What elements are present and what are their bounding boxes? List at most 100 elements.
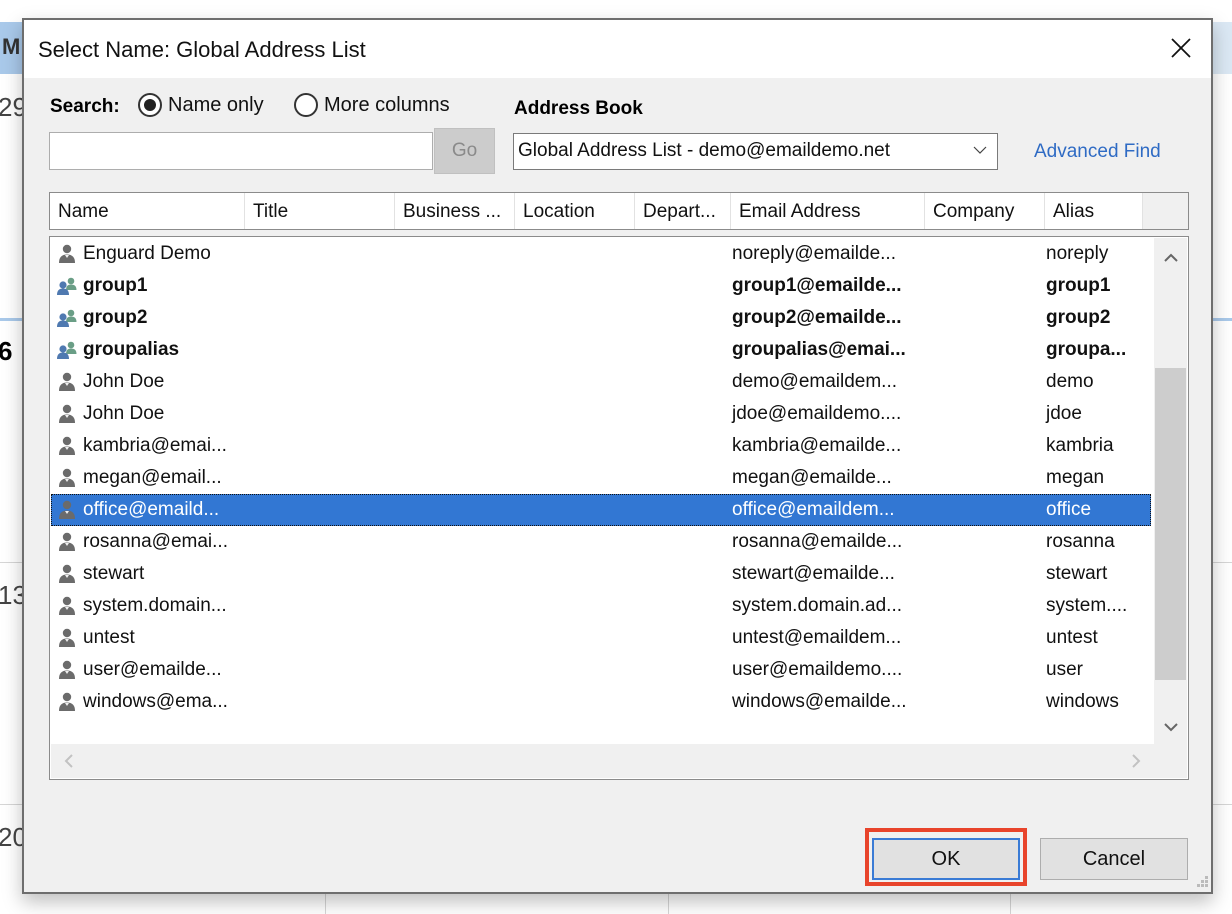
- list-item[interactable]: windows@ema... windows@emailde... windows: [51, 686, 1151, 718]
- scrollbar-thumb[interactable]: [1155, 368, 1186, 680]
- list-item[interactable]: office@emaild... office@emaildem... office: [51, 494, 1151, 526]
- search-input[interactable]: [49, 132, 433, 170]
- cell-email: noreply@emailde...: [732, 243, 896, 264]
- cell-name: stewart: [83, 563, 145, 584]
- cell-alias: user: [1046, 659, 1083, 680]
- cell-alias: system....: [1046, 595, 1128, 616]
- list-item[interactable]: Enguard Demo noreply@emailde... noreply: [51, 238, 1151, 270]
- cell-alias: groupa...: [1046, 339, 1127, 360]
- cell-alias: megan: [1046, 467, 1105, 488]
- list-item[interactable]: untest untest@emaildem... untest: [51, 622, 1151, 654]
- ok-button[interactable]: OK: [872, 838, 1020, 880]
- column-header-company[interactable]: Company: [925, 193, 1045, 229]
- scroll-left-button[interactable]: [53, 744, 83, 778]
- user-icon: [56, 499, 78, 521]
- cell-name: John Doe: [83, 403, 165, 424]
- cell-alias: kambria: [1046, 435, 1114, 456]
- chevron-down-icon: [973, 142, 987, 158]
- dialog-titlebar[interactable]: Select Name: Global Address List: [24, 20, 1211, 78]
- scroll-right-button[interactable]: [1121, 744, 1151, 778]
- list-item[interactable]: rosanna@emai... rosanna@emailde... rosanna: [51, 526, 1151, 558]
- cell-alias: group1: [1046, 275, 1111, 296]
- cell-email: office@emaildem...: [732, 499, 895, 520]
- radio-button-unchecked[interactable]: [294, 93, 318, 117]
- column-header-email[interactable]: Email Address: [731, 193, 925, 229]
- radio-label: Name only: [168, 93, 264, 116]
- list-item[interactable]: stewart stewart@emailde... stewart: [51, 558, 1151, 590]
- list-item[interactable]: system.domain... system.domain.ad... syste…: [51, 590, 1151, 622]
- cell-name: office@emaild...: [83, 499, 220, 520]
- list-item[interactable]: user@emailde... user@emaildemo.... user: [51, 654, 1151, 686]
- cell-email: jdoe@emaildemo....: [732, 403, 902, 424]
- list-item[interactable]: group1 group1@emailde... group1: [51, 270, 1151, 302]
- scroll-up-button[interactable]: [1154, 242, 1187, 272]
- calendar-date-today[interactable]: 6: [0, 336, 12, 367]
- user-icon: [56, 691, 78, 713]
- cell-name: John Doe: [83, 371, 165, 392]
- advanced-find-link[interactable]: Advanced Find: [1034, 141, 1161, 163]
- resize-grip-icon[interactable]: [1193, 874, 1209, 890]
- close-icon: [1171, 38, 1191, 58]
- go-button[interactable]: Go: [434, 128, 495, 174]
- user-icon: [56, 659, 78, 681]
- cell-name: groupalias: [83, 339, 180, 360]
- radio-button-checked[interactable]: [138, 93, 162, 117]
- user-icon: [56, 403, 78, 425]
- address-book-value: Global Address List - demo@emaildemo.net: [518, 140, 891, 161]
- column-header-alias[interactable]: Alias: [1045, 193, 1143, 229]
- column-header-department[interactable]: Depart...: [635, 193, 731, 229]
- cell-alias: untest: [1046, 627, 1098, 648]
- list-item[interactable]: John Doe demo@emaildem... demo: [51, 366, 1151, 398]
- cell-alias: rosanna: [1046, 531, 1115, 552]
- cell-alias: stewart: [1046, 563, 1108, 584]
- chevron-up-icon: [1163, 253, 1178, 262]
- cell-email: group1@emailde...: [732, 275, 902, 296]
- cell-alias: office: [1046, 499, 1092, 520]
- cancel-button[interactable]: Cancel: [1040, 838, 1188, 880]
- group-icon: [56, 307, 78, 329]
- cell-name: rosanna@emai...: [83, 531, 228, 552]
- column-header-business[interactable]: Business ...: [395, 193, 515, 229]
- cell-email: rosanna@emailde...: [732, 531, 903, 552]
- cell-email: stewart@emailde...: [732, 563, 895, 584]
- user-icon: [56, 627, 78, 649]
- cell-email: untest@emaildem...: [732, 627, 902, 648]
- column-header-name[interactable]: Name: [50, 193, 245, 229]
- address-book-select[interactable]: Global Address List - demo@emaildemo.net: [513, 133, 998, 170]
- radio-name-only[interactable]: Name only: [138, 93, 264, 117]
- cell-name: megan@email...: [83, 467, 222, 488]
- user-icon: [56, 435, 78, 457]
- list-item[interactable]: group2 group2@emailde... group2: [51, 302, 1151, 334]
- cell-name: system.domain...: [83, 595, 227, 616]
- group-icon: [56, 339, 78, 361]
- cell-alias: demo: [1046, 371, 1094, 392]
- list-item[interactable]: groupalias groupalias@emai... groupa...: [51, 334, 1151, 366]
- cell-name: group2: [83, 307, 148, 328]
- radio-more-columns[interactable]: More columns: [294, 93, 450, 117]
- cell-email: megan@emailde...: [732, 467, 892, 488]
- list-item[interactable]: kambria@emai... kambria@emailde... kambria: [51, 430, 1151, 462]
- cell-name: windows@ema...: [83, 691, 228, 712]
- cell-alias: group2: [1046, 307, 1111, 328]
- address-list[interactable]: Enguard Demo noreply@emailde... noreply gro…: [49, 236, 1189, 780]
- horizontal-scrollbar[interactable]: [51, 744, 1187, 778]
- column-header-title[interactable]: Title: [245, 193, 395, 229]
- vertical-scrollbar[interactable]: [1154, 238, 1187, 744]
- cell-name: Enguard Demo: [83, 243, 211, 264]
- list-item[interactable]: John Doe jdoe@emaildemo.... jdoe: [51, 398, 1151, 430]
- cell-email: groupalias@emai...: [732, 339, 906, 360]
- cell-email: kambria@emailde...: [732, 435, 902, 456]
- cell-alias: noreply: [1046, 243, 1109, 264]
- chevron-down-icon: [1163, 722, 1178, 731]
- select-name-dialog: Select Name: Global Address List Search:…: [22, 18, 1213, 894]
- list-item[interactable]: megan@email... megan@emailde... megan: [51, 462, 1151, 494]
- cell-name: user@emailde...: [83, 659, 222, 680]
- address-book-label: Address Book: [514, 98, 643, 119]
- search-label: Search:: [50, 96, 120, 117]
- cell-alias: windows: [1046, 691, 1119, 712]
- scroll-down-button[interactable]: [1154, 712, 1187, 742]
- column-header-location[interactable]: Location: [515, 193, 635, 229]
- user-icon: [56, 595, 78, 617]
- cell-name: kambria@emai...: [83, 435, 227, 456]
- close-button[interactable]: [1151, 20, 1211, 78]
